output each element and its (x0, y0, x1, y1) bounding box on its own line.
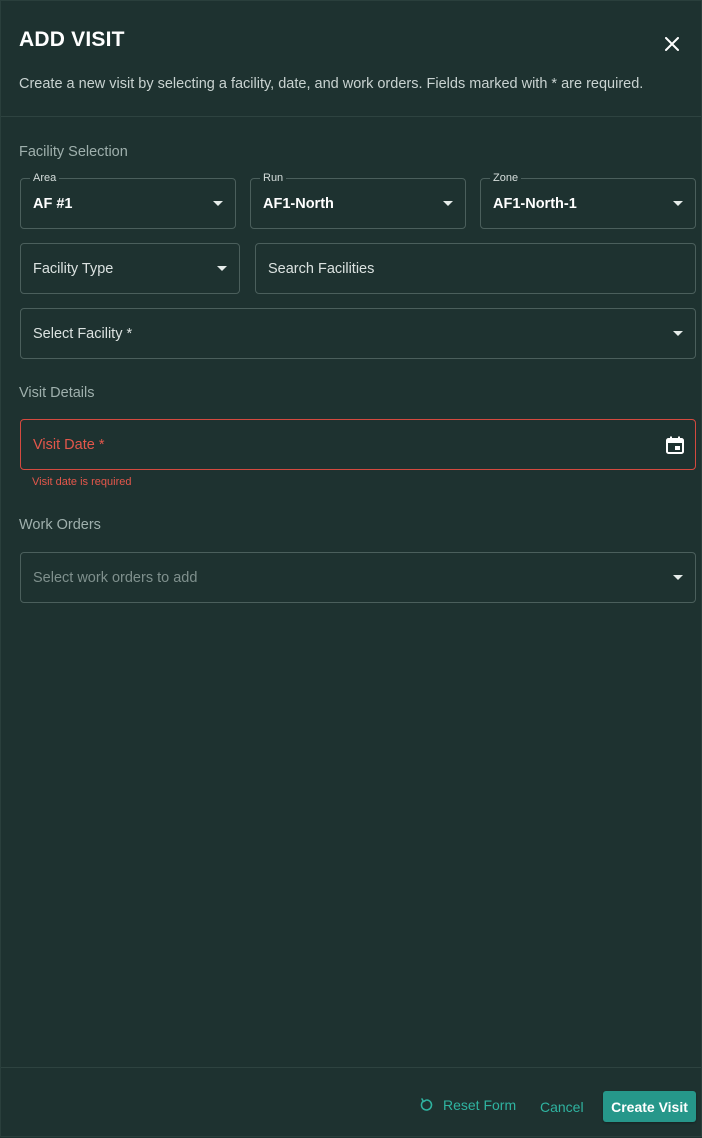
search-facilities-placeholder: Search Facilities (268, 261, 375, 277)
chevron-down-icon (443, 201, 453, 206)
calendar-icon[interactable] (665, 435, 685, 455)
reset-form-button[interactable]: Reset Form (419, 1097, 516, 1113)
chevron-down-icon (673, 201, 683, 206)
create-visit-button[interactable]: Create Visit (603, 1091, 696, 1122)
close-icon (665, 37, 679, 51)
select-facility-dropdown[interactable]: Select Facility * (20, 308, 696, 359)
refresh-icon (420, 1098, 433, 1111)
run-label: Run (260, 172, 287, 185)
visit-date-error: Visit date is required (32, 476, 132, 488)
facility-selection-label: Facility Selection (19, 144, 128, 160)
area-select[interactable]: Area AF #1 (20, 172, 236, 229)
chevron-down-icon (673, 331, 683, 336)
zone-select[interactable]: Zone AF1-North-1 (480, 172, 696, 229)
run-value: AF1-North (263, 196, 334, 212)
dialog-footer (1, 1067, 701, 1138)
visit-details-label: Visit Details (19, 385, 95, 401)
zone-value: AF1-North-1 (493, 196, 577, 212)
cancel-button[interactable]: Cancel (540, 1099, 584, 1115)
area-value: AF #1 (33, 196, 73, 212)
add-visit-dialog: ADD VISIT Create a new visit by selectin… (0, 0, 702, 1137)
dialog-subtitle: Create a new visit by selecting a facili… (19, 76, 644, 92)
reset-form-label: Reset Form (443, 1097, 517, 1113)
dialog-header: ADD VISIT Create a new visit by selectin… (1, 1, 701, 117)
facility-type-select[interactable]: Facility Type (20, 243, 240, 294)
visit-date-placeholder: Visit Date * (33, 437, 105, 453)
work-orders-label: Work Orders (19, 517, 101, 533)
area-label: Area (30, 172, 60, 185)
zone-label: Zone (490, 172, 522, 185)
select-facility-placeholder: Select Facility * (33, 326, 133, 342)
run-select[interactable]: Run AF1-North (250, 172, 466, 229)
close-button[interactable] (659, 31, 685, 57)
facility-type-placeholder: Facility Type (33, 261, 114, 277)
chevron-down-icon (213, 201, 223, 206)
work-orders-placeholder: Select work orders to add (33, 570, 198, 586)
work-orders-select[interactable]: Select work orders to add (20, 552, 696, 603)
chevron-down-icon (673, 575, 683, 580)
chevron-down-icon (217, 266, 227, 271)
dialog-title: ADD VISIT (19, 28, 125, 51)
search-facilities-input[interactable]: Search Facilities (255, 243, 696, 294)
visit-date-field[interactable]: Visit Date * (20, 419, 696, 470)
